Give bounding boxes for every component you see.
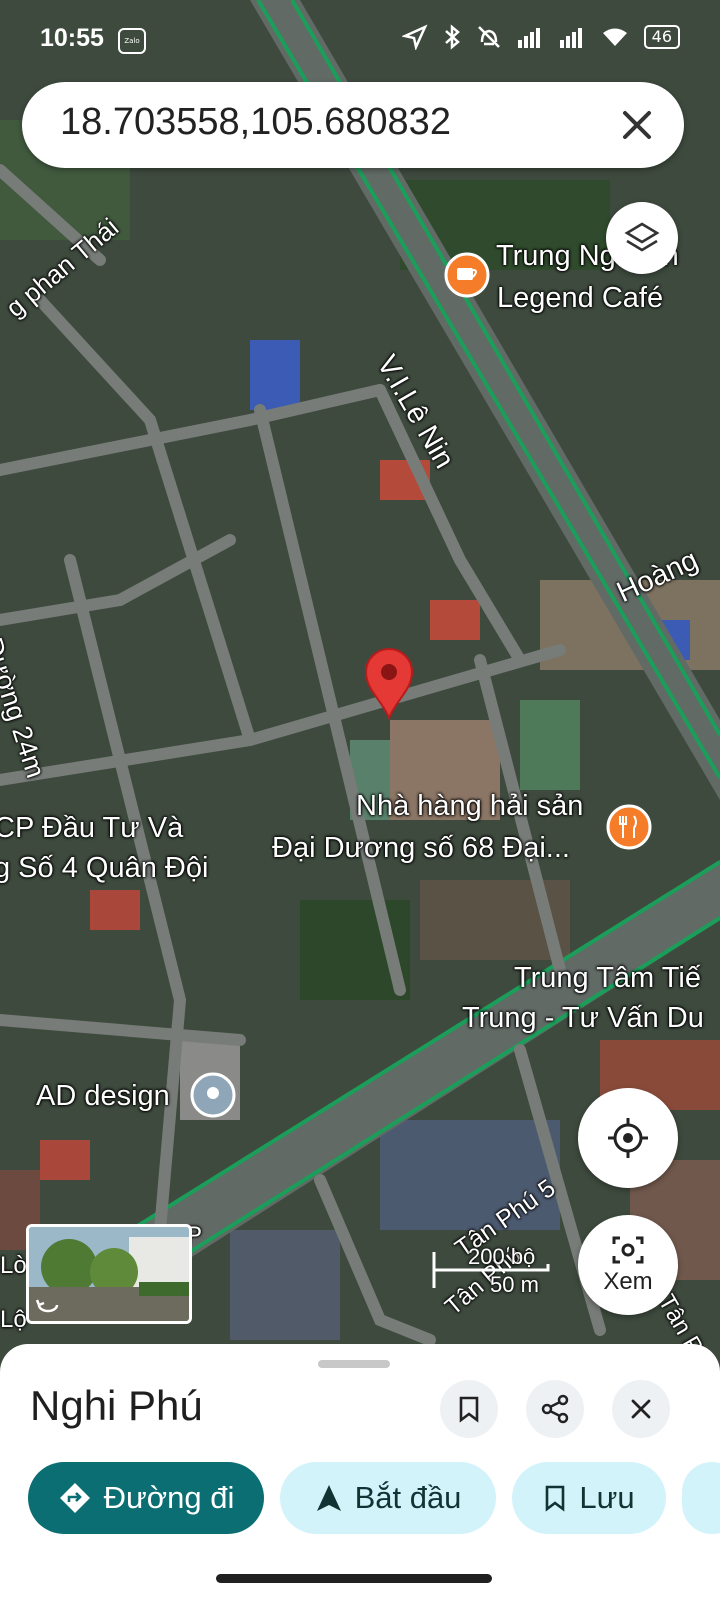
mute-icon xyxy=(477,26,500,48)
start-label: Bắt đầu xyxy=(354,1480,462,1515)
place-bottom-sheet[interactable]: Nghi Phú Đường đi Bắt đầu Lưu xyxy=(0,1344,720,1600)
signal-icon-2 xyxy=(559,28,582,48)
action-chips: Đường đi Bắt đầu Lưu xyxy=(28,1462,720,1536)
cafe-icon[interactable] xyxy=(444,252,490,298)
more-chip[interactable] xyxy=(682,1462,720,1534)
poi-label[interactable]: Trung - Tư Vấn Du xyxy=(462,1002,704,1035)
signal-icon-1 xyxy=(517,28,540,48)
location-pin-icon[interactable] xyxy=(364,648,414,720)
layers-icon xyxy=(624,222,660,252)
directions-label: Đường đi xyxy=(103,1480,235,1515)
camera-scan-icon xyxy=(612,1236,644,1264)
navigation-arrow-icon xyxy=(316,1485,341,1511)
battery-indicator: 46 xyxy=(643,25,680,49)
poi-label[interactable]: Đại Dương số 68 Đại... xyxy=(272,832,570,865)
map-layers-button[interactable] xyxy=(606,202,678,274)
street-view-thumbnail[interactable] xyxy=(26,1224,192,1324)
save-place-button[interactable] xyxy=(440,1380,498,1438)
wifi-icon xyxy=(602,28,627,46)
scale-metric: 50 m xyxy=(490,1272,539,1297)
map-scale: 200 bộ 50 m xyxy=(432,1244,552,1304)
poi-label[interactable]: CP Đầu Tư Và xyxy=(0,812,183,845)
place-title: Nghi Phú xyxy=(30,1382,203,1429)
clear-search-icon[interactable] xyxy=(616,104,658,146)
search-input[interactable] xyxy=(58,100,602,145)
rotate-360-icon xyxy=(35,1299,59,1313)
street-view-label: Xem xyxy=(603,1268,653,1295)
zalo-notification-icon: Zalo xyxy=(118,28,146,54)
street-label: Lò xyxy=(0,1252,27,1279)
directions-chip[interactable]: Đường đi xyxy=(28,1462,264,1534)
poi-label[interactable]: Legend Café xyxy=(497,282,663,315)
save-label: Lưu xyxy=(579,1480,635,1515)
poi-label[interactable]: Trung Tâm Tiế xyxy=(514,962,701,995)
restaurant-icon[interactable] xyxy=(606,804,652,850)
bookmark-icon xyxy=(459,1396,479,1423)
crosshair-icon xyxy=(608,1118,648,1158)
bluetooth-icon xyxy=(444,24,460,50)
close-icon xyxy=(631,1399,651,1419)
directions-icon xyxy=(59,1483,90,1513)
street-view-button[interactable]: Xem xyxy=(578,1215,678,1315)
place-marker-icon[interactable] xyxy=(190,1072,236,1118)
bookmark-icon xyxy=(546,1485,565,1512)
close-sheet-button[interactable] xyxy=(612,1380,670,1438)
sheet-drag-handle[interactable] xyxy=(318,1360,390,1368)
status-bar: 10:55 Zalo 46 xyxy=(0,0,720,80)
start-chip[interactable]: Bắt đầu xyxy=(280,1462,496,1534)
system-icons: 46 xyxy=(401,24,680,50)
street-label: Lộ xyxy=(0,1306,27,1333)
location-arrow-icon xyxy=(401,24,428,50)
share-button[interactable] xyxy=(526,1380,584,1438)
poi-label[interactable]: AD design xyxy=(36,1080,170,1113)
gesture-home-bar[interactable] xyxy=(216,1574,492,1583)
save-chip[interactable]: Lưu xyxy=(512,1462,666,1534)
scale-imperial: 200 bộ xyxy=(468,1244,536,1269)
my-location-button[interactable] xyxy=(578,1088,678,1188)
poi-label[interactable]: Nhà hàng hải sản xyxy=(356,790,583,823)
clock: 10:55 xyxy=(40,24,104,52)
search-bar[interactable] xyxy=(22,82,684,168)
poi-label[interactable]: g Số 4 Quân Đội xyxy=(0,852,208,885)
share-icon xyxy=(541,1394,569,1424)
